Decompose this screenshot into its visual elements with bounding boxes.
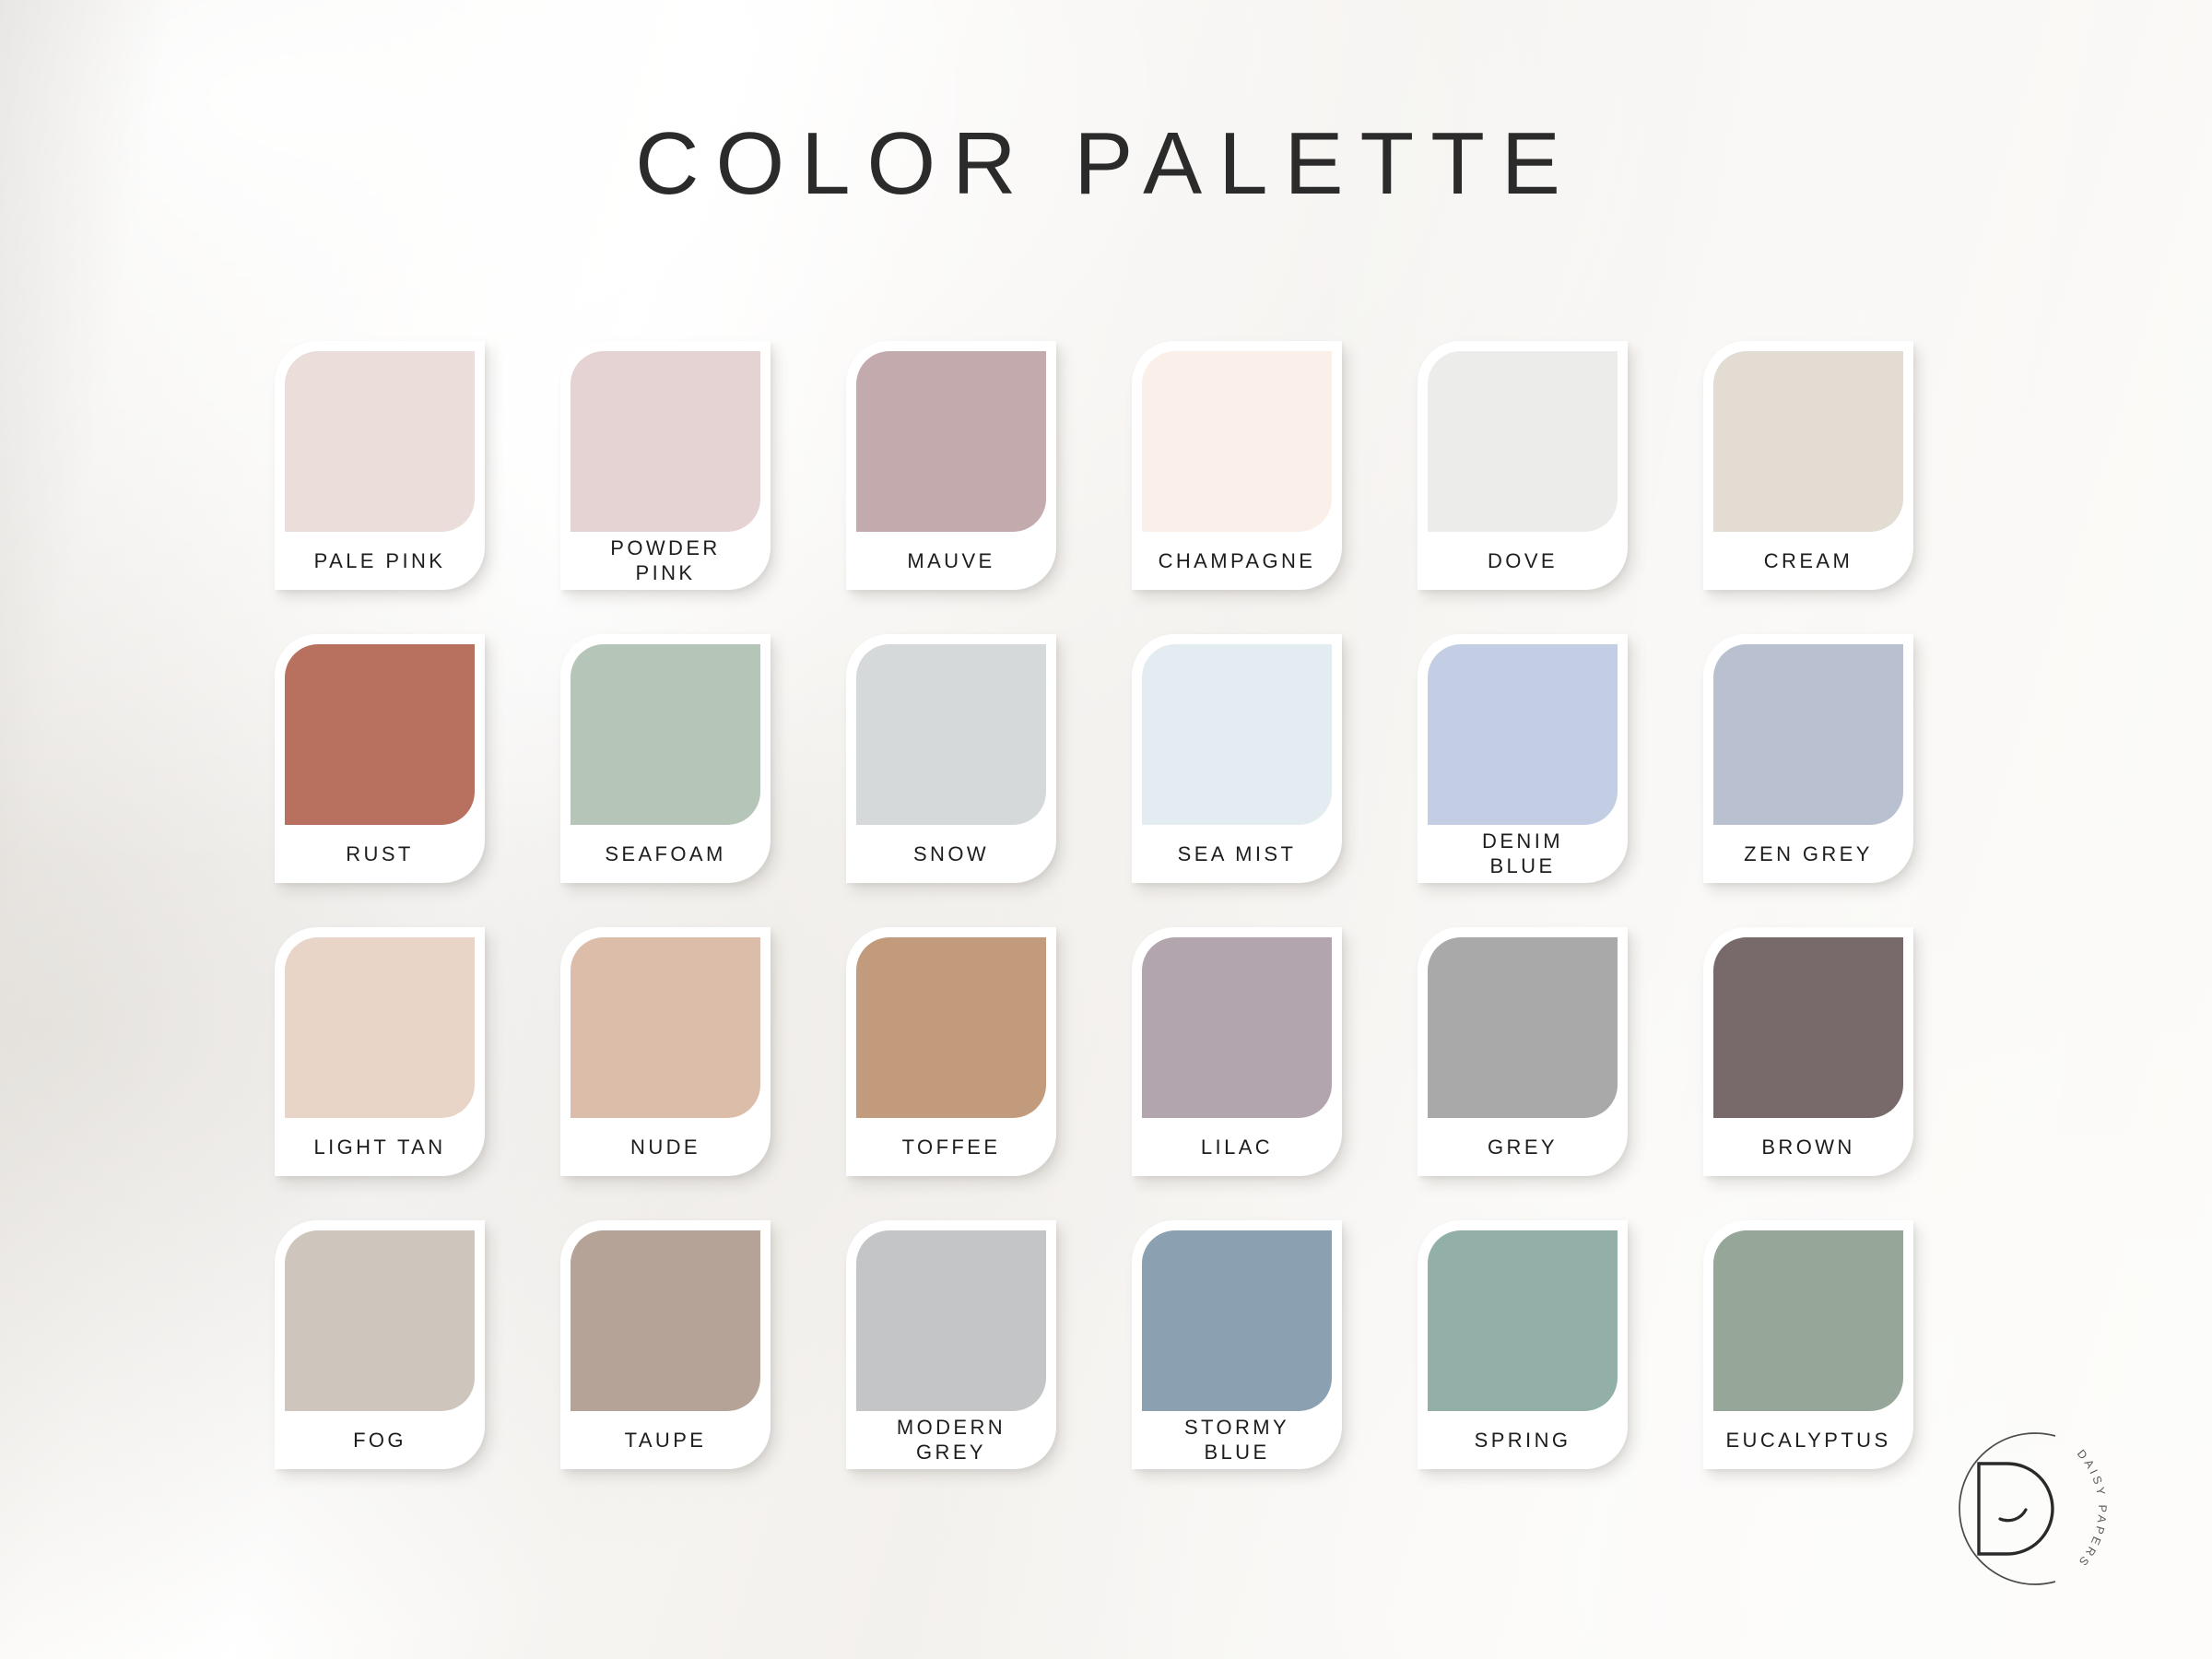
swatch-card[interactable]: TAUPE	[560, 1220, 771, 1469]
swatch-label: LILAC	[1200, 1135, 1274, 1159]
swatch-color-chip	[856, 644, 1046, 825]
swatch-color-chip	[285, 1230, 475, 1411]
swatch-color-chip	[1142, 351, 1332, 532]
swatch-card[interactable]: SEA MIST	[1132, 634, 1342, 883]
swatch-card[interactable]: SNOW	[846, 634, 1056, 883]
swatch-label: MODERN GREY	[896, 1416, 1006, 1464]
swatch-label: BROWN	[1761, 1135, 1855, 1159]
swatch-color-chip	[571, 937, 760, 1118]
swatch-card[interactable]: DOVE	[1418, 341, 1628, 590]
swatch-color-chip	[856, 1230, 1046, 1411]
swatch-card[interactable]: ZEN GREY	[1703, 634, 1913, 883]
swatch-grid: PALE PINK POWDER PINK MAUVE CHAMPAGNE DOVE CR…	[275, 341, 1952, 1469]
swatch-card[interactable]: CHAMPAGNE	[1132, 341, 1342, 590]
swatch-label: DENIM BLUE	[1482, 830, 1563, 877]
swatch-label: TOFFEE	[901, 1135, 1001, 1159]
swatch-label: SEA MIST	[1177, 841, 1297, 865]
swatch-label: SEAFOAM	[605, 841, 726, 865]
swatch-label: TAUPE	[624, 1428, 707, 1452]
page-title: COLOR PALETTE	[635, 114, 1577, 213]
swatch-color-chip	[1428, 1230, 1618, 1411]
swatch-card[interactable]: NUDE	[560, 927, 771, 1176]
swatch-color-chip	[1713, 1230, 1903, 1411]
swatch-color-chip	[285, 644, 475, 825]
swatch-color-chip	[1713, 644, 1903, 825]
swatch-card[interactable]: FOG	[275, 1220, 485, 1469]
swatch-card[interactable]: SEAFOAM	[560, 634, 771, 883]
swatch-card[interactable]: EUCALYPTUS	[1703, 1220, 1913, 1469]
swatch-card[interactable]: MODERN GREY	[846, 1220, 1056, 1469]
swatch-card[interactable]: PALE PINK	[275, 341, 485, 590]
swatch-label: LIGHT TAN	[313, 1135, 446, 1159]
swatch-color-chip	[1428, 644, 1618, 825]
swatch-color-chip	[1142, 937, 1332, 1118]
swatch-label: SNOW	[912, 841, 990, 865]
swatch-label: CREAM	[1763, 548, 1853, 572]
logo-flourish-icon	[1998, 1508, 2028, 1523]
swatch-color-chip	[1428, 351, 1618, 532]
swatch-label: CHAMPAGNE	[1158, 548, 1316, 572]
swatch-color-chip	[1142, 1230, 1332, 1411]
swatch-label: STORMY BLUE	[1183, 1416, 1290, 1464]
swatch-color-chip	[1142, 644, 1332, 825]
logo-monogram-d-icon	[1977, 1462, 2054, 1556]
swatch-label: PALE PINK	[313, 548, 446, 572]
swatch-label: GREY	[1488, 1135, 1558, 1159]
swatch-card[interactable]: LILAC	[1132, 927, 1342, 1176]
swatch-card[interactable]: GREY	[1418, 927, 1628, 1176]
swatch-color-chip	[285, 351, 475, 532]
swatch-label: FOG	[353, 1428, 406, 1452]
swatch-color-chip	[571, 351, 760, 532]
swatch-card[interactable]: RUST	[275, 634, 485, 883]
swatch-card[interactable]: MAUVE	[846, 341, 1056, 590]
swatch-card[interactable]: TOFFEE	[846, 927, 1056, 1176]
swatch-label: MAUVE	[907, 548, 995, 572]
swatch-label: RUST	[346, 841, 414, 865]
swatch-color-chip	[856, 937, 1046, 1118]
swatch-card[interactable]: DENIM BLUE	[1418, 634, 1628, 883]
swatch-card[interactable]: BROWN	[1703, 927, 1913, 1176]
swatch-card[interactable]: LIGHT TAN	[275, 927, 485, 1176]
brand-logo: DAISY PAPERS	[1900, 1403, 2140, 1615]
swatch-color-chip	[571, 644, 760, 825]
swatch-color-chip	[1713, 351, 1903, 532]
logo-brand-text: DAISY PAPERS	[2075, 1447, 2109, 1570]
swatch-card[interactable]: SPRING	[1418, 1220, 1628, 1469]
color-palette-page: COLOR PALETTE PALE PINK POWDER PINK MAUVE C…	[0, 0, 2212, 1659]
swatch-color-chip	[571, 1230, 760, 1411]
swatch-label: SPRING	[1474, 1428, 1571, 1452]
swatch-label: NUDE	[630, 1135, 700, 1159]
swatch-label: POWDER PINK	[610, 536, 721, 584]
swatch-label: EUCALYPTUS	[1725, 1428, 1891, 1452]
logo-circle-icon	[1959, 1432, 2056, 1585]
swatch-color-chip	[1428, 937, 1618, 1118]
swatch-card[interactable]: POWDER PINK	[560, 341, 771, 590]
swatch-card[interactable]: CREAM	[1703, 341, 1913, 590]
swatch-color-chip	[1713, 937, 1903, 1118]
swatch-color-chip	[285, 937, 475, 1118]
swatch-color-chip	[856, 351, 1046, 532]
swatch-card[interactable]: STORMY BLUE	[1132, 1220, 1342, 1469]
swatch-label: ZEN GREY	[1744, 841, 1873, 865]
swatch-label: DOVE	[1488, 548, 1558, 572]
